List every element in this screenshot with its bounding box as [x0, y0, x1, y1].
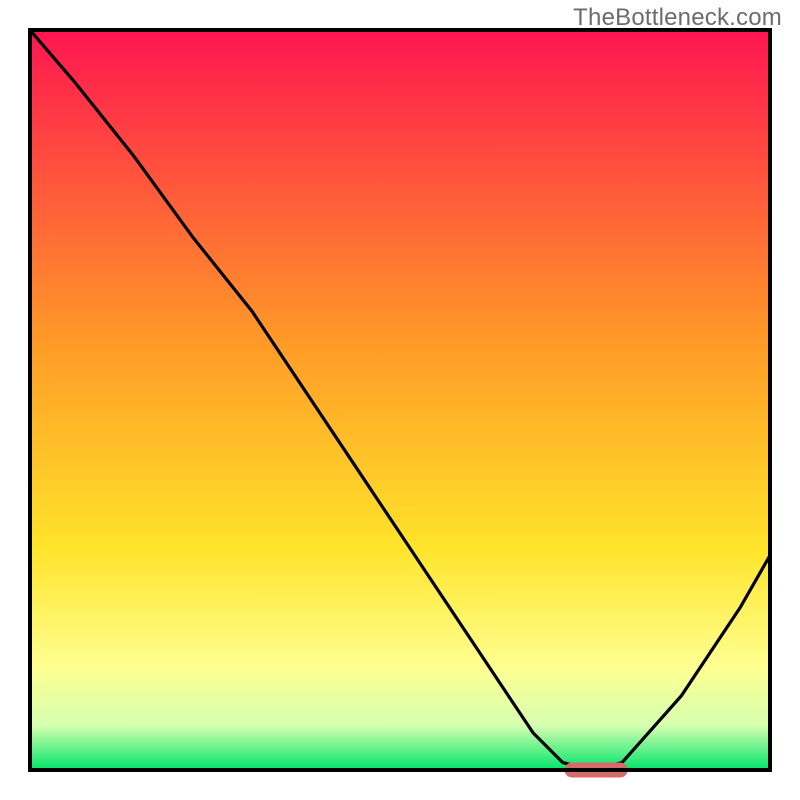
chart-svg	[0, 0, 800, 800]
watermark-text: TheBottleneck.com	[573, 4, 782, 32]
gradient-bg	[30, 30, 770, 770]
bottleneck-chart: TheBottleneck.com	[0, 0, 800, 800]
